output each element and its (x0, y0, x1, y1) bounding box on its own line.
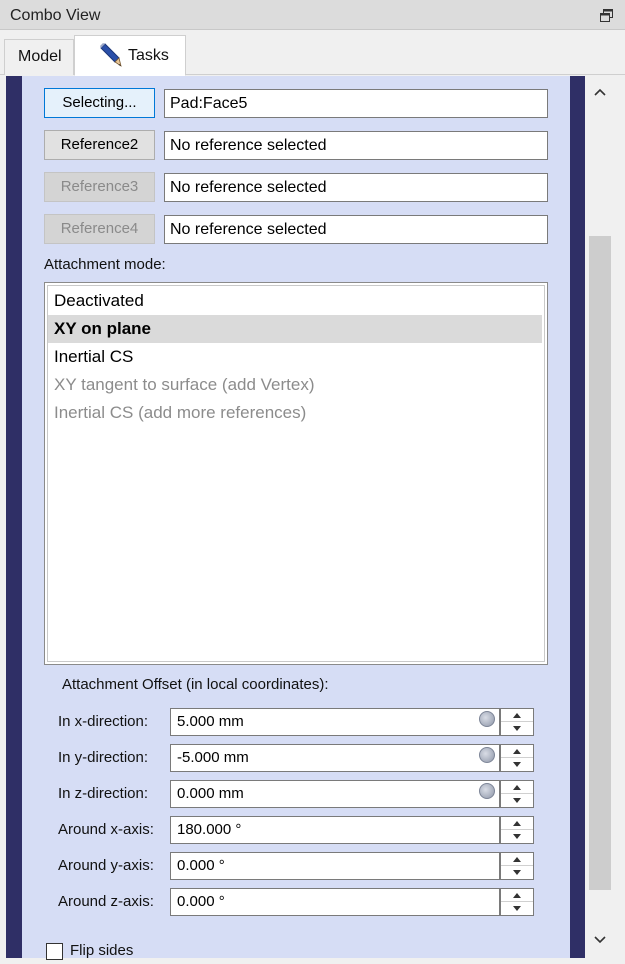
expression-binding-icon[interactable] (479, 747, 495, 763)
offset-y-stepper[interactable] (500, 744, 534, 772)
reference4-button: Reference4 (44, 214, 155, 244)
rotation-y-stepper[interactable] (500, 852, 534, 880)
tab-bar: Model Tasks (0, 31, 625, 76)
stepper-up-button[interactable] (501, 853, 533, 866)
dock-title: Combo View (10, 7, 101, 24)
mode-item-xy-tangent: XY tangent to surface (add Vertex) (54, 375, 315, 394)
mode-item-xy-on-plane[interactable]: XY on plane (48, 315, 542, 343)
expression-binding-icon[interactable] (479, 711, 495, 727)
stepper-up-button[interactable] (501, 781, 533, 794)
vertical-scrollbar[interactable] (586, 76, 614, 958)
reference3-button: Reference3 (44, 172, 155, 202)
chevron-down-icon[interactable] (592, 932, 608, 948)
reference2-button[interactable]: Reference2 (44, 130, 155, 160)
rotation-x-input[interactable]: 180.000 ° (170, 816, 500, 844)
stepper-down-button[interactable] (501, 866, 533, 879)
chevron-up-icon[interactable] (592, 84, 608, 100)
stepper-down-button[interactable] (501, 830, 533, 843)
stepper-up-button[interactable] (501, 745, 533, 758)
reference2-field[interactable]: No reference selected (164, 131, 548, 160)
rotation-y-input[interactable]: 0.000 ° (170, 852, 500, 880)
scrollbar-thumb[interactable] (589, 236, 611, 890)
stepper-up-button[interactable] (501, 709, 533, 722)
float-window-icon[interactable] (600, 9, 613, 22)
tab-model[interactable]: Model (4, 39, 74, 75)
rotation-y-label: Around y-axis: (58, 857, 154, 874)
mode-item-deactivated[interactable]: Deactivated (48, 287, 542, 315)
rotation-x-label: Around x-axis: (58, 821, 154, 838)
reference3-field[interactable]: No reference selected (164, 173, 548, 202)
offset-z-label: In z-direction: (58, 785, 149, 802)
tab-tasks[interactable]: Tasks (74, 35, 186, 76)
rotation-z-stepper[interactable] (500, 888, 534, 916)
stepper-down-button[interactable] (501, 758, 533, 771)
offset-y-input[interactable]: -5.000 mm (170, 744, 500, 772)
flip-sides-label: Flip sides (70, 942, 134, 959)
flip-sides-checkbox[interactable] (46, 943, 63, 960)
rotation-x-stepper[interactable] (500, 816, 534, 844)
pencil-icon (97, 42, 123, 68)
tab-model-label: Model (18, 48, 62, 65)
rotation-z-label: Around z-axis: (58, 893, 154, 910)
rotation-z-input[interactable]: 0.000 ° (170, 888, 500, 916)
stepper-down-button[interactable] (501, 794, 533, 807)
dock-titlebar: Combo View (0, 0, 625, 30)
reference1-field[interactable]: Pad:Face5 (164, 89, 548, 118)
mode-item-inertial-cs-more: Inertial CS (add more references) (54, 403, 307, 422)
task-panel-edge (569, 76, 585, 958)
stepper-up-button[interactable] (501, 817, 533, 830)
reference1-button[interactable]: Selecting... (44, 88, 155, 118)
offset-z-stepper[interactable] (500, 780, 534, 808)
offset-x-stepper[interactable] (500, 708, 534, 736)
mode-item-inertial-cs[interactable]: Inertial CS (48, 343, 542, 371)
stepper-up-button[interactable] (501, 889, 533, 902)
offset-x-label: In x-direction: (58, 713, 149, 730)
stepper-down-button[interactable] (501, 722, 533, 735)
attachment-offset-title: Attachment Offset (in local coordinates)… (62, 676, 329, 693)
offset-z-input[interactable]: 0.000 mm (170, 780, 500, 808)
tab-tasks-label: Tasks (128, 47, 169, 64)
offset-x-input[interactable]: 5.000 mm (170, 708, 500, 736)
reference4-field[interactable]: No reference selected (164, 215, 548, 244)
attachment-mode-list[interactable]: Deactivated XY on plane Inertial CS XY t… (44, 282, 548, 665)
attachment-mode-label: Attachment mode: (44, 256, 166, 273)
stepper-down-button[interactable] (501, 902, 533, 915)
expression-binding-icon[interactable] (479, 783, 495, 799)
offset-y-label: In y-direction: (58, 749, 149, 766)
